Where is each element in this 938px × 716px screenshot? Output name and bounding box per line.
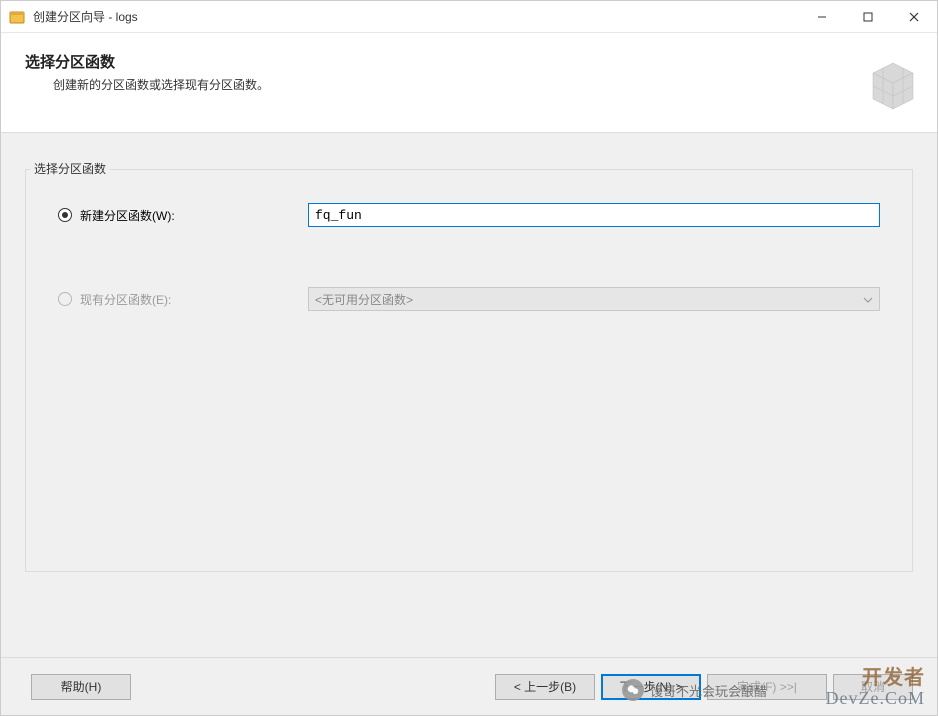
wizard-window: 创建分区向导 - logs 选择分区函数 创建新的分区函数或选择现有分区函数。 bbox=[0, 0, 938, 716]
group-label: 选择分区函数 bbox=[30, 160, 110, 177]
new-function-label: 新建分区函数(W): bbox=[80, 207, 175, 224]
wizard-footer: 帮助(H) < 上一步(B) 下一步(N) > 完成(F) >>| 取消 bbox=[1, 657, 937, 715]
maximize-button[interactable] bbox=[845, 1, 891, 32]
new-function-row: 新建分区函数(W): bbox=[58, 203, 880, 227]
window-controls bbox=[799, 1, 937, 32]
wechat-overlay: 馒哥不光会玩会酿醋 bbox=[622, 679, 767, 701]
combo-placeholder: <无可用分区函数> bbox=[315, 291, 413, 308]
chevron-down-icon bbox=[863, 292, 873, 306]
wechat-text: 馒哥不光会玩会酿醋 bbox=[650, 681, 767, 700]
minimize-button[interactable] bbox=[799, 1, 845, 32]
page-subtitle: 创建新的分区函数或选择现有分区函数。 bbox=[53, 76, 913, 93]
app-icon bbox=[9, 9, 25, 25]
page-title: 选择分区函数 bbox=[25, 51, 913, 72]
close-button[interactable] bbox=[891, 1, 937, 32]
existing-function-combo: <无可用分区函数> bbox=[308, 287, 880, 311]
help-button-label: 帮助(H) bbox=[61, 678, 102, 695]
wizard-body: 选择分区函数 新建分区函数(W): 现有分区函数(E): <无可用分区函 bbox=[1, 133, 937, 657]
window-title: 创建分区向导 - logs bbox=[33, 8, 138, 25]
new-function-input[interactable] bbox=[308, 203, 880, 227]
back-button-label: < 上一步(B) bbox=[514, 678, 576, 695]
existing-function-row: 现有分区函数(E): <无可用分区函数> bbox=[58, 287, 880, 311]
back-button[interactable]: < 上一步(B) bbox=[495, 674, 595, 700]
help-button[interactable]: 帮助(H) bbox=[31, 674, 131, 700]
partition-function-group: 选择分区函数 新建分区函数(W): 现有分区函数(E): <无可用分区函 bbox=[25, 169, 913, 572]
cancel-button-label: 取消 bbox=[861, 678, 885, 695]
new-function-radio[interactable] bbox=[58, 208, 72, 222]
header-graphic-icon bbox=[853, 53, 919, 119]
existing-function-radio bbox=[58, 292, 72, 306]
wechat-icon bbox=[622, 679, 644, 701]
wizard-header: 选择分区函数 创建新的分区函数或选择现有分区函数。 bbox=[1, 33, 937, 133]
existing-function-label: 现有分区函数(E): bbox=[80, 291, 171, 308]
cancel-button[interactable]: 取消 bbox=[833, 674, 913, 700]
titlebar: 创建分区向导 - logs bbox=[1, 1, 937, 33]
